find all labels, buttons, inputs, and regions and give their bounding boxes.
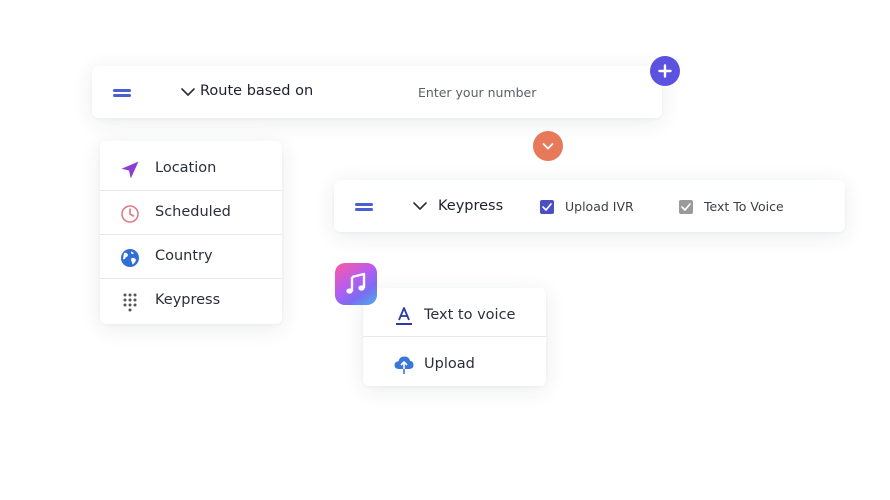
expand-button[interactable] xyxy=(533,131,563,161)
checkmark-icon xyxy=(542,203,552,211)
route-option-country[interactable]: Country xyxy=(100,235,282,279)
menu-item-text-to-voice[interactable]: Text to voice xyxy=(363,288,546,337)
dialpad-icon xyxy=(123,293,137,312)
menu-item-upload[interactable]: Upload xyxy=(363,337,546,386)
drag-handle-icon[interactable] xyxy=(113,88,131,98)
cloud-upload-icon xyxy=(394,356,414,374)
route-bar: Route based on xyxy=(92,66,662,118)
menu-item-label: Upload xyxy=(424,356,475,372)
menu-item-label: Text to voice xyxy=(424,307,516,323)
upload-ivr-label[interactable]: Upload IVR xyxy=(565,199,634,214)
text-format-icon xyxy=(396,307,412,325)
voice-source-menu: Text to voice Upload xyxy=(363,288,546,386)
route-option-scheduled[interactable]: Scheduled xyxy=(100,191,282,235)
route-option-label: Keypress xyxy=(155,292,221,308)
add-button[interactable] xyxy=(650,56,680,86)
route-based-on-label[interactable]: Route based on xyxy=(200,83,313,99)
keypress-label[interactable]: Keypress xyxy=(438,198,503,214)
text-to-voice-label[interactable]: Text To Voice xyxy=(704,199,784,214)
music-app-icon[interactable] xyxy=(335,263,377,305)
plus-icon xyxy=(658,64,672,78)
location-arrow-icon xyxy=(121,161,139,179)
chevron-down-icon[interactable] xyxy=(181,87,195,97)
upload-ivr-checkbox[interactable] xyxy=(540,200,554,214)
route-option-keypress[interactable]: Keypress xyxy=(100,279,282,323)
keypress-bar: Keypress Upload IVR Text To Voice xyxy=(334,180,845,232)
text-to-voice-checkbox[interactable] xyxy=(679,200,693,214)
clock-icon xyxy=(121,205,139,223)
number-input[interactable] xyxy=(418,82,618,102)
chevron-down-icon[interactable] xyxy=(413,201,427,211)
checkmark-icon xyxy=(681,203,691,211)
globe-icon xyxy=(121,249,139,267)
route-option-label: Location xyxy=(155,160,217,176)
drag-handle-icon[interactable] xyxy=(355,202,373,212)
route-option-label: Country xyxy=(155,248,213,264)
route-options-menu: Location Scheduled Country Keypress xyxy=(100,141,282,324)
chevron-down-icon xyxy=(542,142,554,149)
music-note-icon xyxy=(346,272,366,294)
route-option-location[interactable]: Location xyxy=(100,147,282,191)
route-option-label: Scheduled xyxy=(155,204,231,220)
